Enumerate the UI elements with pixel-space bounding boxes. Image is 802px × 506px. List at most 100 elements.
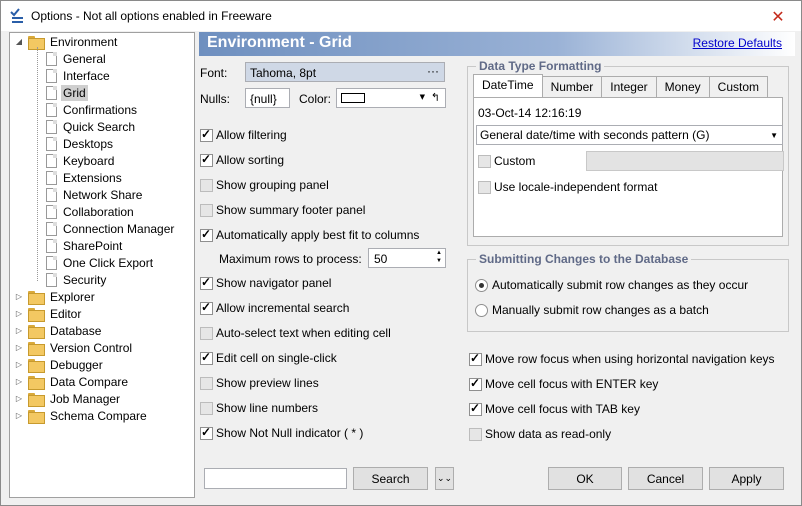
options-tree[interactable]: ◢ Environment General Interface Grid Confirma… — [9, 32, 195, 498]
tree-item-general[interactable]: General — [46, 50, 108, 67]
right-options-checkbox[interactable]: Move cell focus with TAB key — [469, 401, 640, 416]
right-options-checkbox[interactable]: Show data as read-only — [469, 427, 611, 441]
tab-custom[interactable]: Custom — [708, 76, 768, 97]
left-options2-checkbox[interactable]: Show Not Null indicator ( * ) — [200, 425, 363, 440]
checkbox-box[interactable] — [200, 203, 213, 217]
tree-item-interface[interactable]: Interface — [46, 67, 112, 84]
tree-item-grid[interactable]: Grid — [46, 84, 88, 101]
tree-item-sharepoint[interactable]: SharePoint — [46, 237, 124, 254]
auto-submit-label: Automatically submit row changes as they… — [492, 278, 749, 292]
right-options-checkbox[interactable]: Move cell focus with ENTER key — [469, 376, 658, 391]
tree-item-debugger[interactable]: ▷ Debugger — [14, 356, 105, 373]
checkbox-box[interactable] — [200, 127, 213, 142]
left-options-checkbox[interactable]: Show grouping panel — [200, 178, 329, 192]
tree-item-editor[interactable]: ▷ Editor — [14, 305, 83, 322]
checkbox-box[interactable] — [200, 227, 213, 242]
tree-item-desktops[interactable]: Desktops — [46, 135, 115, 152]
expand-icon[interactable]: ▷ — [14, 360, 24, 369]
left-options2-checkbox[interactable]: Allow incremental search — [200, 300, 349, 315]
collapse-icon[interactable]: ◢ — [14, 37, 24, 46]
left-options2-checkbox[interactable]: Auto-select text when editing cell — [200, 326, 391, 340]
tree-item-collaboration[interactable]: Collaboration — [46, 203, 136, 220]
checkbox-box[interactable] — [200, 425, 213, 440]
tab-number[interactable]: Number — [541, 76, 603, 97]
expand-icon[interactable]: ▷ — [14, 343, 24, 352]
checkbox-box[interactable] — [469, 376, 482, 391]
checkbox-box[interactable] — [200, 326, 213, 340]
tree-item-job-manager[interactable]: ▷ Job Manager — [14, 390, 122, 407]
left-options2-checkbox[interactable]: Show line numbers — [200, 401, 318, 415]
tree-item-network-share[interactable]: Network Share — [46, 186, 144, 203]
ok-button[interactable]: OK — [548, 467, 622, 490]
left-options-checkbox[interactable]: Automatically apply best fit to columns — [200, 227, 419, 242]
datetime-pattern-select[interactable]: General date/time with seconds pattern (… — [476, 125, 783, 145]
left-options2-checkbox[interactable]: Show preview lines — [200, 376, 319, 390]
right-options-checkbox[interactable]: Move row focus when using horizontal nav… — [469, 351, 775, 366]
tree-item-database[interactable]: ▷ Database — [14, 322, 103, 339]
tree-item-extensions[interactable]: Extensions — [46, 169, 124, 186]
font-field[interactable]: Tahoma, 8pt ··· — [245, 62, 445, 82]
tree-item-keyboard[interactable]: Keyboard — [46, 152, 116, 169]
manual-submit-radio[interactable]: Manually submit row changes as a batch — [475, 303, 709, 317]
radio-button[interactable] — [475, 303, 488, 317]
checkbox-box[interactable] — [200, 300, 213, 315]
chevron-down-icon[interactable]: ▼ — [420, 93, 425, 101]
checkbox-box[interactable] — [469, 351, 482, 366]
auto-submit-radio[interactable]: Automatically submit row changes as they… — [475, 278, 748, 292]
custom-format-field[interactable] — [586, 151, 784, 171]
nulls-field[interactable]: {null} — [245, 88, 290, 108]
checkbox-box[interactable] — [200, 178, 213, 192]
expand-icon[interactable]: ▷ — [14, 292, 24, 301]
cancel-button[interactable]: Cancel — [628, 467, 703, 490]
checkbox-box[interactable] — [469, 401, 482, 416]
close-icon[interactable]: ✕ — [755, 1, 801, 31]
checkbox-box[interactable] — [478, 180, 491, 194]
datetime-tab-panel: 03-Oct-14 12:16:19 General date/time wit… — [473, 97, 784, 237]
left-options-checkbox[interactable]: Show summary footer panel — [200, 203, 365, 217]
left-options2-checkbox[interactable]: Show navigator panel — [200, 275, 331, 290]
options-panel: Environment - Grid Restore Defaults Font… — [195, 32, 799, 498]
expand-icon[interactable]: ▷ — [14, 394, 24, 403]
checkbox-box[interactable] — [478, 154, 491, 168]
left-options-checkbox[interactable]: Allow filtering — [200, 127, 287, 142]
tree-item-schema-compare[interactable]: ▷ Schema Compare — [14, 407, 149, 424]
expand-icon[interactable]: ▷ — [14, 309, 24, 318]
font-browse-icon[interactable]: ··· — [427, 64, 439, 78]
apply-button[interactable]: Apply — [709, 467, 784, 490]
left-options-checkbox[interactable]: Allow sorting — [200, 152, 284, 167]
checkbox-box[interactable] — [469, 427, 482, 441]
expand-icon[interactable]: ▷ — [14, 377, 24, 386]
color-reset-icon[interactable]: ↰ — [431, 91, 440, 104]
tab-integer[interactable]: Integer — [601, 76, 657, 97]
color-picker[interactable]: ▼ ↰ — [336, 88, 446, 108]
tab-datetime[interactable]: DateTime — [473, 74, 543, 97]
max-rows-spinner[interactable]: 50 ▲ ▼ — [368, 248, 446, 268]
spinner-arrows-icon[interactable]: ▲ ▼ — [436, 249, 442, 265]
checkbox-box[interactable] — [200, 401, 213, 415]
search-button[interactable]: Search — [353, 467, 428, 490]
left-options2-checkbox[interactable]: Edit cell on single-click — [200, 350, 337, 365]
checkbox-box[interactable] — [200, 350, 213, 365]
tree-item-version-control[interactable]: ▷ Version Control — [14, 339, 134, 356]
tree-item-connection-manager[interactable]: Connection Manager — [46, 220, 176, 237]
tree-item-quick-search[interactable]: Quick Search — [46, 118, 137, 135]
tab-money[interactable]: Money — [655, 76, 710, 97]
search-input[interactable] — [204, 468, 347, 489]
radio-button[interactable] — [475, 278, 488, 292]
tree-item-data-compare[interactable]: ▷ Data Compare — [14, 373, 130, 390]
custom-checkbox[interactable]: Custom — [478, 154, 535, 168]
restore-defaults-link[interactable]: Restore Defaults — [693, 36, 782, 50]
submit-changes-title: Submitting Changes to the Database — [476, 252, 692, 266]
tree-item-one-click-export[interactable]: One Click Export — [46, 254, 155, 271]
tree-item-explorer[interactable]: ▷ Explorer — [14, 288, 97, 305]
checkbox-box[interactable] — [200, 152, 213, 167]
tree-item-confirmations[interactable]: Confirmations — [46, 101, 139, 118]
locale-independent-checkbox[interactable]: Use locale-independent format — [478, 180, 657, 194]
checkbox-box[interactable] — [200, 275, 213, 290]
tree-item-environment[interactable]: ◢ Environment — [14, 33, 119, 50]
expand-icon[interactable]: ▷ — [14, 411, 24, 420]
expand-icon[interactable]: ▷ — [14, 326, 24, 335]
checkbox-box[interactable] — [200, 376, 213, 390]
tree-item-security[interactable]: Security — [46, 271, 108, 288]
expand-down-icon[interactable]: ⌄⌄ — [435, 467, 454, 490]
